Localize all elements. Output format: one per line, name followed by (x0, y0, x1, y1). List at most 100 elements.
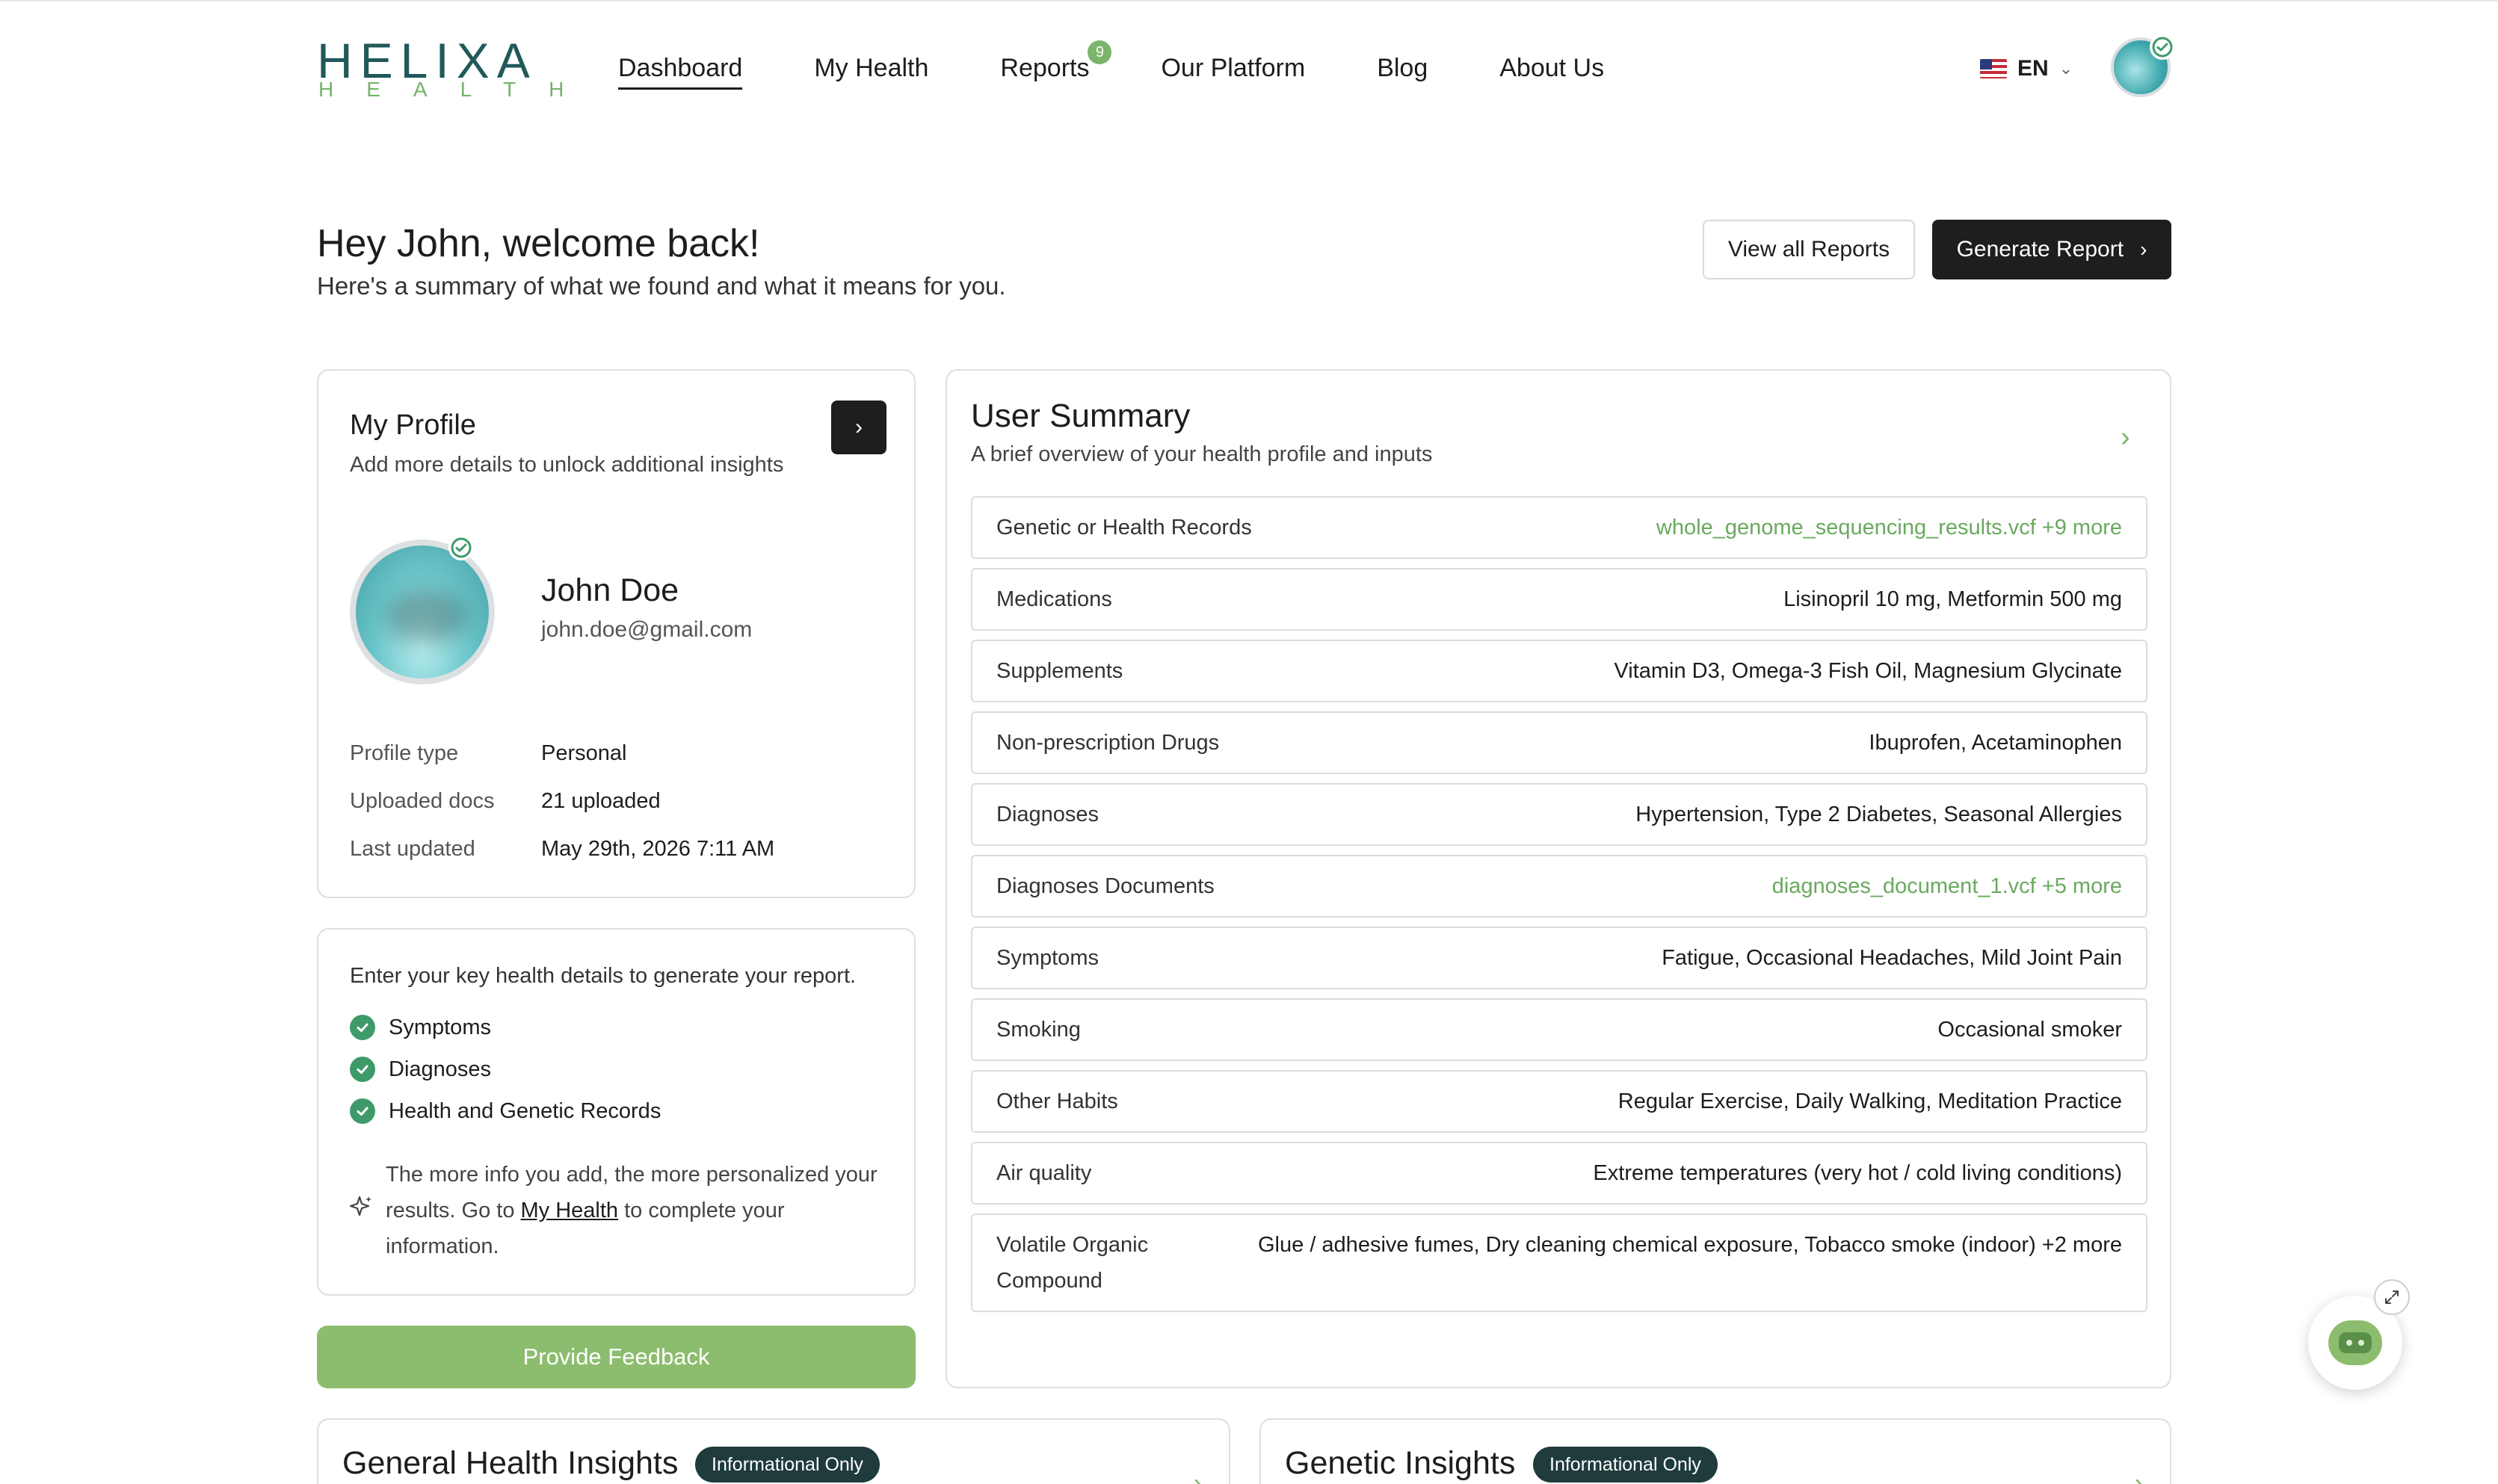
summary-row-label: Diagnoses (996, 802, 1100, 826)
generate-report-button[interactable]: Generate Report › (1932, 220, 2171, 279)
summary-row-diagnoses: Diagnoses Hypertension, Type 2 Diabetes,… (971, 783, 2147, 846)
my-health-link[interactable]: My Health (521, 1199, 619, 1222)
summary-row-air-quality: Air quality Extreme temperatures (very h… (971, 1142, 2147, 1205)
insight-title: General Health Insights (342, 1445, 679, 1481)
nav-blog[interactable]: Blog (1377, 52, 1428, 90)
bot-icon (2328, 1320, 2382, 1365)
details-intro: Enter your key health details to generat… (350, 964, 857, 988)
summary-row-label: Air quality (996, 1160, 1092, 1185)
profile-card: My Profile Add more details to unlock ad… (317, 369, 916, 898)
genetic-records-files-link[interactable]: whole_genome_sequencing_results.vcf +9 m… (1656, 516, 2122, 540)
verified-check-icon (2150, 34, 2175, 60)
checklist-label: Health and Genetic Records (389, 1098, 661, 1123)
summary-row-label: Non-prescription Drugs (996, 730, 1220, 755)
insight-title: Genetic Insights (1285, 1445, 1516, 1481)
summary-row-label: Smoking (996, 1017, 1081, 1042)
genetic-insights-card: Genetic Insights Informational Only › (1259, 1418, 2171, 1484)
checklist-item: Diagnoses (350, 1057, 491, 1082)
profile-type-value: Personal (541, 741, 627, 765)
nav-about-us[interactable]: About Us (1499, 52, 1604, 90)
summary-chevron-right-icon[interactable]: › (2121, 421, 2130, 454)
summary-row-value: Lisinopril 10 mg, Metformin 500 mg (1783, 587, 2122, 611)
chevron-right-icon[interactable]: › (2135, 1469, 2143, 1484)
nav-reports-label: Reports (1000, 54, 1090, 82)
helixa-logo[interactable]: HELIXA HEALTH (317, 36, 564, 103)
checklist-item: Health and Genetic Records (350, 1098, 661, 1124)
language-selector[interactable]: EN ⌄ (1980, 54, 2073, 84)
summary-row-value: Hypertension, Type 2 Diabetes, Seasonal … (1635, 802, 2122, 826)
expand-icon[interactable] (2374, 1279, 2410, 1315)
summary-row-label: Diagnoses Documents (996, 874, 1215, 898)
uploaded-docs-label: Uploaded docs (350, 789, 495, 813)
site-header: HELIXA HEALTH Dashboard My Health Report… (0, 0, 2498, 135)
summary-row-genetic-records: Genetic or Health Records whole_genome_s… (971, 496, 2147, 559)
uploaded-docs-value: 21 uploaded (541, 789, 661, 813)
general-health-insights-card: General Health Insights Informational On… (317, 1418, 1230, 1484)
check-circle-icon (350, 1015, 375, 1040)
main-nav: Dashboard My Health Reports 9 Our Platfo… (618, 40, 1676, 90)
welcome-title: Hey John, welcome back! (317, 222, 760, 265)
chevron-right-icon[interactable]: › (1194, 1469, 1202, 1484)
chevron-down-icon: ⌄ (2058, 59, 2073, 78)
summary-row-symptoms: Symptoms Fatigue, Occasional Headaches, … (971, 927, 2147, 989)
health-details-card: Enter your key health details to generat… (317, 928, 916, 1296)
chevron-right-icon: › (855, 415, 863, 439)
checklist-label: Symptoms (389, 1015, 491, 1039)
profile-avatar (350, 540, 495, 684)
language-label: EN (2017, 56, 2049, 81)
provide-feedback-button[interactable]: Provide Feedback (317, 1326, 916, 1388)
reports-count-badge: 9 (1088, 40, 1112, 64)
summary-row-value: Fatigue, Occasional Headaches, Mild Join… (1662, 945, 2122, 970)
last-updated-label: Last updated (350, 837, 475, 861)
summary-row-label: Volatile Organic Compound (996, 1233, 1149, 1293)
summary-row-label: Genetic or Health Records (996, 515, 1252, 540)
diagnoses-documents-link[interactable]: diagnoses_document_1.vcf +5 more (1772, 874, 2122, 899)
informational-badge: Informational Only (1533, 1447, 1718, 1483)
summary-row-value: Glue / adhesive fumes, Dry cleaning chem… (1258, 1233, 2122, 1257)
verified-check-icon (448, 535, 474, 560)
profile-name: John Doe (541, 572, 679, 608)
checklist-item: Symptoms (350, 1015, 491, 1040)
chevron-right-icon: › (2140, 238, 2147, 261)
summary-row-smoking: Smoking Occasional smoker (971, 998, 2147, 1061)
summary-row-non-prescription-drugs: Non-prescription Drugs Ibuprofen, Acetam… (971, 711, 2147, 774)
summary-row-value: Occasional smoker (1937, 1017, 2122, 1042)
profile-subtitle: Add more details to unlock additional in… (350, 453, 784, 477)
summary-row-medications: Medications Lisinopril 10 mg, Metformin … (971, 568, 2147, 631)
check-circle-icon (350, 1057, 375, 1082)
sparkle-icon (349, 1196, 371, 1216)
summary-row-label: Other Habits (996, 1089, 1118, 1113)
user-summary-card: User Summary A brief overview of your he… (946, 369, 2171, 1388)
summary-row-value: Ibuprofen, Acetaminophen (1869, 730, 2122, 755)
nav-my-health[interactable]: My Health (814, 52, 928, 90)
nav-dashboard[interactable]: Dashboard (618, 52, 743, 90)
summary-row-value: Regular Exercise, Daily Walking, Meditat… (1617, 1089, 2122, 1113)
us-flag-icon (1980, 59, 2007, 78)
view-all-reports-button[interactable]: View all Reports (1703, 220, 1915, 279)
summary-row-label: Supplements (996, 658, 1123, 683)
last-updated-value: May 29th, 2026 7:11 AM (541, 837, 775, 861)
summary-title: User Summary (971, 398, 1191, 434)
profile-type-label: Profile type (350, 741, 459, 765)
summary-row-value: Vitamin D3, Omega-3 Fish Oil, Magnesium … (1614, 658, 2122, 683)
nav-our-platform[interactable]: Our Platform (1161, 52, 1305, 90)
nav-reports[interactable]: Reports 9 (1000, 40, 1112, 90)
open-profile-button[interactable]: › (831, 401, 886, 454)
check-circle-icon (350, 1098, 375, 1124)
summary-row-supplements: Supplements Vitamin D3, Omega-3 Fish Oil… (971, 640, 2147, 702)
summary-row-label: Medications (996, 587, 1112, 611)
summary-row-volatile-organic-compound: Volatile Organic Compound Glue / adhesiv… (971, 1214, 2147, 1312)
checklist-label: Diagnoses (389, 1057, 492, 1081)
summary-subtitle: A brief overview of your health profile … (971, 442, 1433, 466)
informational-badge: Informational Only (695, 1447, 880, 1483)
generate-report-label: Generate Report (1956, 237, 2124, 262)
summary-row-other-habits: Other Habits Regular Exercise, Daily Wal… (971, 1070, 2147, 1133)
summary-row-label: Symptoms (996, 945, 1099, 970)
welcome-subtitle: Here's a summary of what we found and wh… (317, 272, 1006, 300)
details-note: The more info you add, the more personal… (386, 1157, 894, 1264)
profile-email: john.doe@gmail.com (541, 617, 753, 642)
summary-row-diagnoses-documents: Diagnoses Documents diagnoses_document_1… (971, 855, 2147, 918)
profile-title: My Profile (350, 409, 476, 441)
summary-row-value: Extreme temperatures (very hot / cold li… (1593, 1160, 2122, 1185)
logo-subtitle: HEALTH (318, 78, 597, 101)
